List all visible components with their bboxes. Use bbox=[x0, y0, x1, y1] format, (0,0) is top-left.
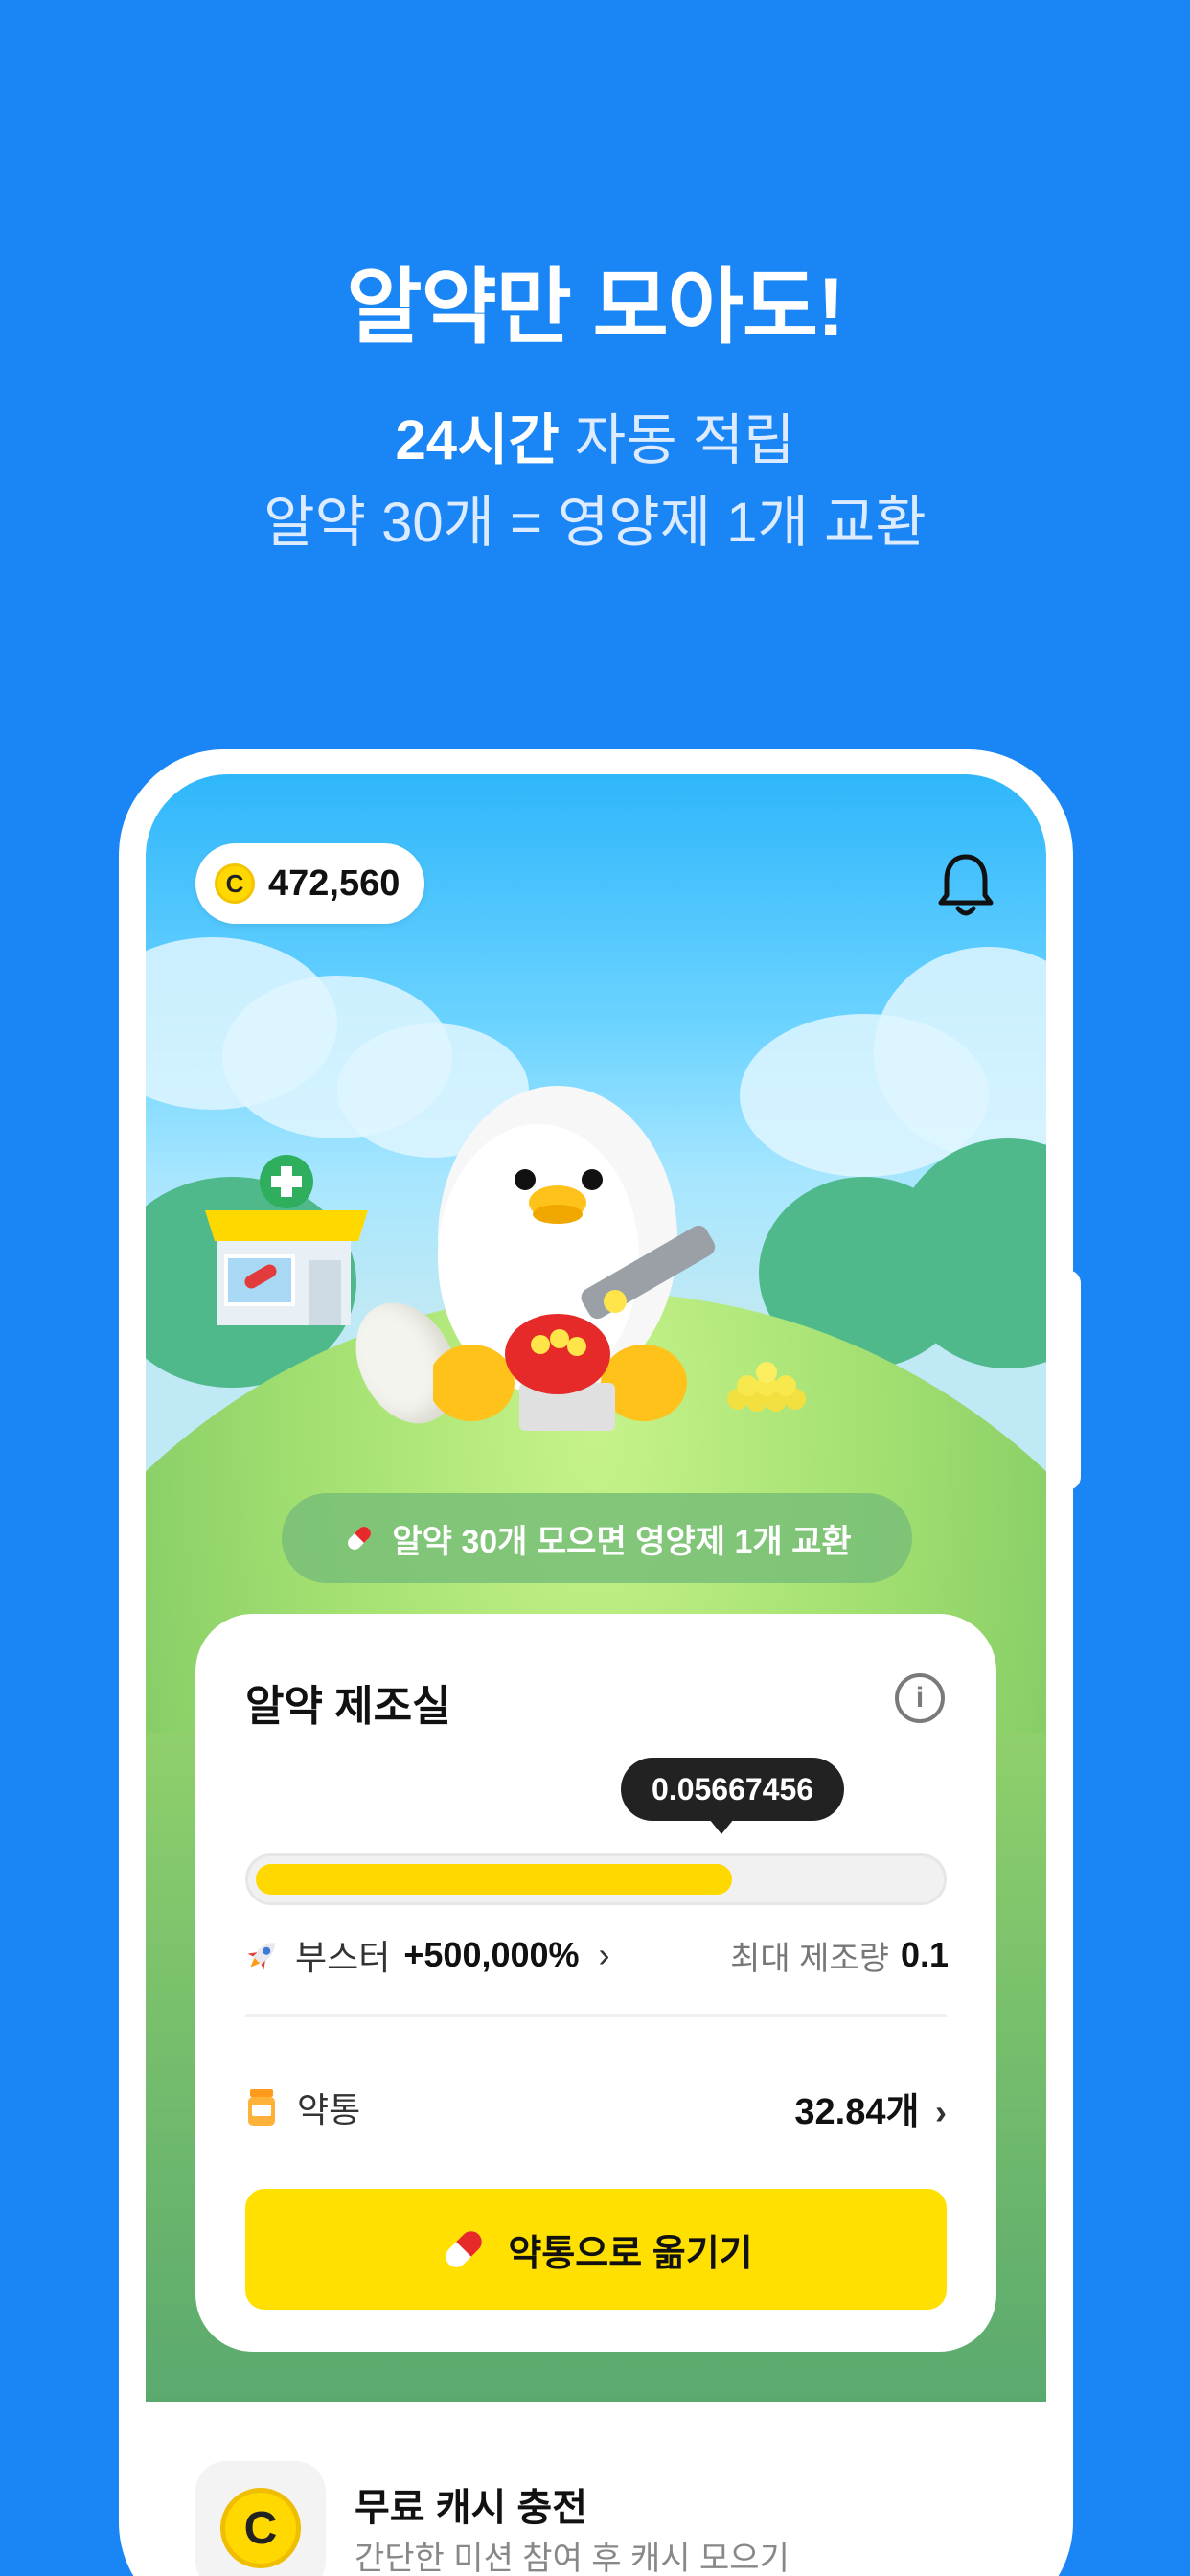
exchange-info-banner: 알약 30개 모으면 영양제 1개 교환 bbox=[282, 1493, 912, 1583]
booster-label: 부스터 bbox=[295, 1938, 391, 1977]
pill-pile bbox=[727, 1362, 806, 1412]
progress-fill bbox=[256, 1864, 732, 1895]
pill-lab-card: 알약 제조실 i 0.05667456 부스터 +500,000% › 최대 제… bbox=[195, 1614, 996, 2352]
max-production-label: 최대 제조량 bbox=[730, 1940, 889, 1977]
divider bbox=[245, 2014, 947, 2017]
rocket-icon bbox=[247, 1943, 275, 1970]
bell-icon[interactable] bbox=[935, 851, 996, 920]
promo-sub-rest: 자동 적립 bbox=[559, 409, 795, 472]
pill-bottle-icon bbox=[248, 2089, 275, 2126]
cash-icon-box: C bbox=[195, 2461, 326, 2576]
tooltip-tail bbox=[709, 1819, 734, 1834]
pharmacy-building-icon bbox=[205, 1155, 368, 1325]
max-production-value: 0.1 bbox=[900, 1935, 949, 1974]
coin-icon: C bbox=[220, 2488, 301, 2568]
cash-balance-pill[interactable]: C 472,560 bbox=[195, 843, 425, 924]
app-screen: C 472,560 알약 30개 모으면 영양제 1개 교환 알약 제조실 i … bbox=[146, 774, 1046, 2576]
production-progress-bar bbox=[245, 1853, 947, 1905]
pill-icon bbox=[446, 2231, 483, 2267]
free-cash-title: 무료 캐시 충전 bbox=[355, 2487, 588, 2529]
card-title: 알약 제조실 bbox=[245, 1683, 451, 1730]
booster-row[interactable]: 부스터 +500,000% › 최대 제조량 0.1 bbox=[243, 1926, 949, 1984]
promo-subline-2: 알약 30개 = 영양제 1개 교환 bbox=[263, 492, 927, 554]
pill-icon bbox=[348, 1527, 372, 1550]
phone-side-button bbox=[1065, 1270, 1081, 1490]
pill-bottle-count: 32.84개 › bbox=[794, 2082, 947, 2134]
promo-sub-strong: 24시간 bbox=[395, 409, 560, 472]
exchange-info-text: 알약 30개 모으면 영양제 1개 교환 bbox=[392, 1523, 852, 1560]
progress-value-tooltip: 0.05667456 bbox=[621, 1758, 845, 1821]
chevron-right-icon: › bbox=[935, 2091, 947, 2131]
pill-bottle-row[interactable]: 약통 32.84개 › bbox=[245, 2074, 947, 2141]
cash-amount: 472,560 bbox=[268, 862, 400, 904]
move-button-label: 약통으로 옮기기 bbox=[508, 2233, 753, 2274]
coin-icon: C bbox=[215, 863, 255, 904]
promo-headline: 알약만 모아도! bbox=[346, 262, 844, 354]
move-to-bottle-button[interactable]: 약통으로 옮기기 bbox=[245, 2189, 947, 2310]
booster-value: +500,000% bbox=[403, 1935, 580, 1974]
free-cash-desc: 간단한 미션 참여 후 캐시 모으기 bbox=[355, 2541, 790, 2576]
promo-subline: 24시간 자동 적립 bbox=[0, 395, 1190, 475]
chevron-right-icon: › bbox=[598, 1935, 610, 1974]
info-icon[interactable]: i bbox=[895, 1673, 945, 1723]
pill-bottle-value: 32.84개 bbox=[794, 2091, 920, 2132]
duck-character bbox=[433, 1086, 716, 1431]
free-cash-section[interactable]: C 무료 캐시 충전 간단한 미션 참여 후 캐시 모으기 bbox=[146, 2402, 1046, 2576]
pill-bottle-label: 약통 bbox=[297, 2090, 361, 2129]
